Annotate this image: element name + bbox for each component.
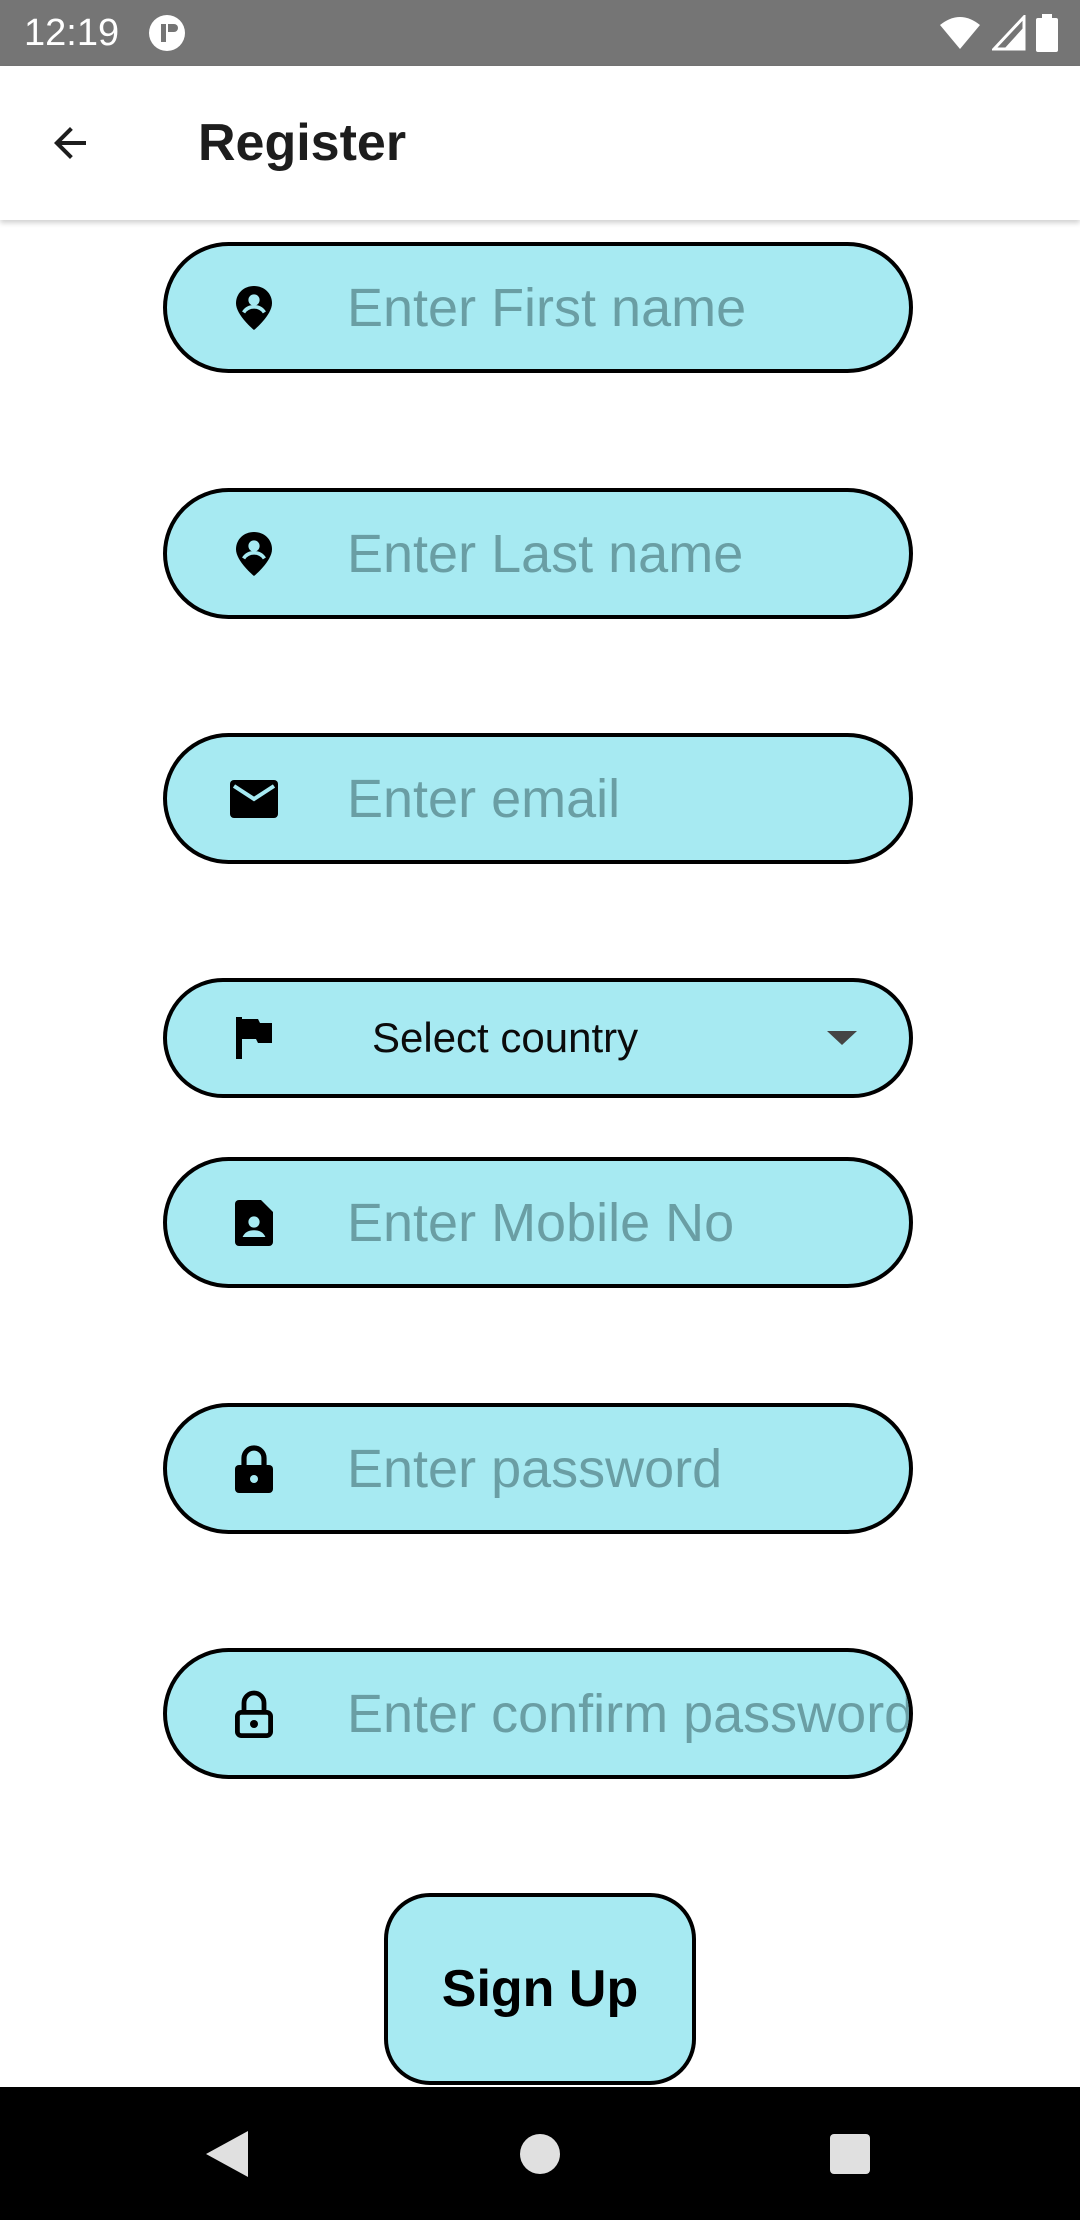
nav-recents-icon[interactable] [823, 2127, 877, 2181]
notification-app-icon [149, 15, 185, 51]
confirm-password-input[interactable] [347, 1652, 909, 1775]
register-form[interactable]: Select country [0, 220, 1080, 2087]
status-bar: 12:19 [0, 0, 1080, 66]
status-time: 12:19 [24, 12, 120, 54]
app-bar: Register [0, 66, 1080, 220]
country-select-label: Select country [372, 1014, 639, 1061]
sign-up-button[interactable]: Sign Up [384, 1893, 696, 2085]
nav-home-icon[interactable] [513, 2127, 567, 2181]
dropdown-arrow-icon [827, 1031, 857, 1045]
last-name-input[interactable] [347, 492, 909, 615]
first-name-field[interactable] [163, 242, 913, 373]
nav-back-icon[interactable] [200, 2127, 254, 2181]
lock-icon [229, 1444, 279, 1494]
email-input[interactable] [347, 737, 909, 860]
back-button[interactable] [30, 111, 110, 175]
status-icons [938, 14, 1058, 52]
person-pin-icon [229, 529, 279, 579]
mobile-field[interactable] [163, 1157, 913, 1288]
arrow-back-icon [54, 127, 86, 159]
country-select[interactable]: Select country [163, 978, 913, 1098]
person-pin-icon [229, 283, 279, 333]
system-nav-bar [0, 2087, 1080, 2220]
first-name-input[interactable] [347, 246, 909, 369]
confirm-password-field[interactable] [163, 1648, 913, 1779]
password-input[interactable] [347, 1407, 909, 1530]
signal-icon [992, 15, 1026, 51]
battery-icon [1036, 14, 1058, 52]
mobile-input[interactable] [347, 1161, 909, 1284]
last-name-field[interactable] [163, 488, 913, 619]
contact-card-icon [229, 1198, 279, 1248]
wifi-icon [940, 17, 980, 49]
flag-icon [229, 1013, 279, 1063]
lock-open-icon [229, 1689, 279, 1739]
password-field[interactable] [163, 1403, 913, 1534]
email-field[interactable] [163, 733, 913, 864]
mail-icon [229, 774, 279, 824]
page-title: Register [198, 114, 407, 172]
